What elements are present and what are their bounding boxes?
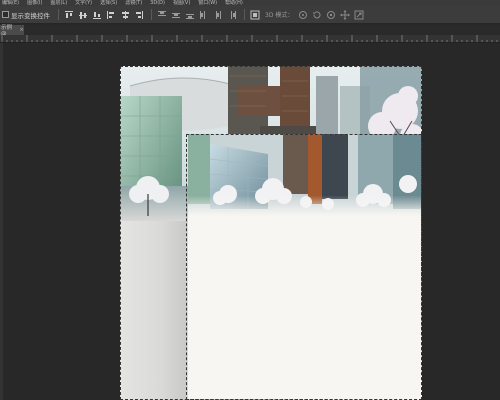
options-separator [58,9,59,20]
distribute-bottom-icon[interactable] [184,9,195,20]
document-tab[interactable]: 示例@ × [0,25,24,37]
close-tab-icon[interactable]: × [19,27,24,33]
document-tab-bar: 示例@ × [0,25,500,37]
scale-3d-icon[interactable] [353,9,364,20]
align-right-icon[interactable] [133,9,144,20]
align-vcenter-icon[interactable] [77,9,88,20]
auto-align-icon[interactable] [249,9,260,20]
options-separator [244,9,245,20]
options-bar: 显示变换控件 3D 模式： [0,6,500,24]
slide-3d-icon[interactable] [339,9,350,20]
distribute-top-icon[interactable] [156,9,167,20]
options-separator [151,9,152,20]
rotate-3d-icon[interactable] [297,9,308,20]
drag-3d-icon[interactable] [325,9,336,20]
document-canvas[interactable] [120,66,422,400]
left-gradient-strip [120,221,186,400]
align-bottom-icon[interactable] [91,9,102,20]
distribute-left-icon[interactable] [198,9,209,20]
roll-3d-icon[interactable] [311,9,322,20]
distribute-hcenter-icon[interactable] [212,9,223,20]
inner-photo-layer [188,134,422,216]
align-top-icon[interactable] [63,9,74,20]
align-hcenter-icon[interactable] [119,9,130,20]
selected-inner-layer[interactable] [188,134,422,400]
horizontal-ruler[interactable] [0,35,500,43]
show-transform-controls-checkbox[interactable] [2,11,9,18]
mode-3d-label: 3D 模式： [265,12,294,19]
distribute-vcenter-icon[interactable] [170,9,181,20]
horizontal-ruler-ticks [1,35,498,42]
distribute-right-icon[interactable] [226,9,237,20]
align-left-icon[interactable] [105,9,116,20]
show-transform-controls-label: 显示变换控件 [11,11,50,20]
